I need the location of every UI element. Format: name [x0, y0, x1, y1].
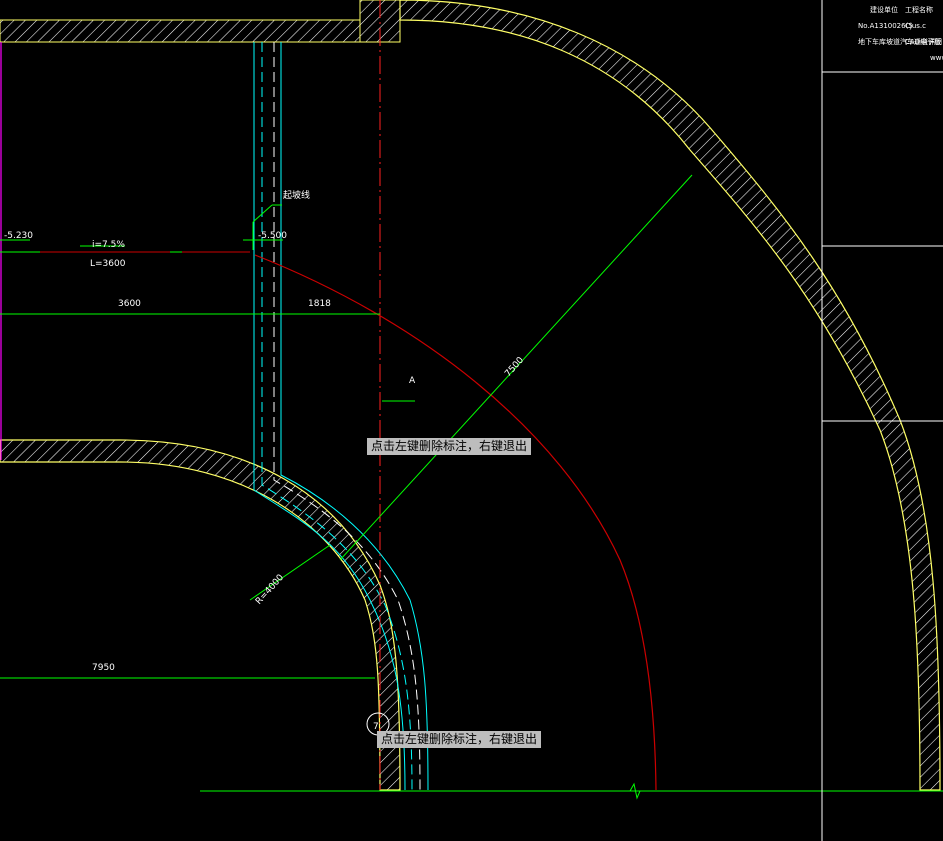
dim-7500: 7500 — [503, 355, 526, 379]
svg-text:建设单位: 建设单位 — [870, 5, 898, 14]
elevation-right: -5.500 — [258, 231, 287, 241]
inner-curved-wall — [0, 439, 401, 791]
delete-annotation-tooltip-top: 点击左键删除标注，右键退出 — [367, 438, 532, 455]
svg-text:Cjus.c: Cjus.c — [905, 22, 926, 30]
cad-drawing-canvas[interactable]: 建设单位 工程名称 No.A1310026(5 Cjus.c 地下车库坡道汽车通… — [0, 0, 943, 841]
svg-text:www: www — [930, 54, 943, 62]
delete-annotation-tooltip-bottom: 点击左键删除标注，右键退出 — [377, 731, 542, 748]
title-block-text: 建设单位 工程名称 No.A1310026(5 Cjus.c 地下车库坡道汽车通… — [858, 5, 943, 62]
length-label: L=3600 — [90, 259, 126, 269]
dim-7950: 7950 — [92, 663, 115, 673]
dim-3600: 3600 — [118, 299, 141, 309]
svg-text:工程名称: 工程名称 — [905, 5, 933, 14]
outer-curved-wall — [399, 0, 941, 791]
dim-r4000: R=4000 — [254, 573, 286, 607]
slope-label: i=7.5% — [92, 240, 125, 250]
svg-text:CAD电子版: CAD电子版 — [905, 37, 941, 46]
start-slope-label: 起坡线 — [283, 189, 310, 201]
dim-1818: 1818 — [308, 299, 331, 309]
elevation-left: -5.230 — [4, 231, 33, 241]
point-a-label: A — [409, 376, 416, 386]
top-wall — [0, 0, 401, 43]
